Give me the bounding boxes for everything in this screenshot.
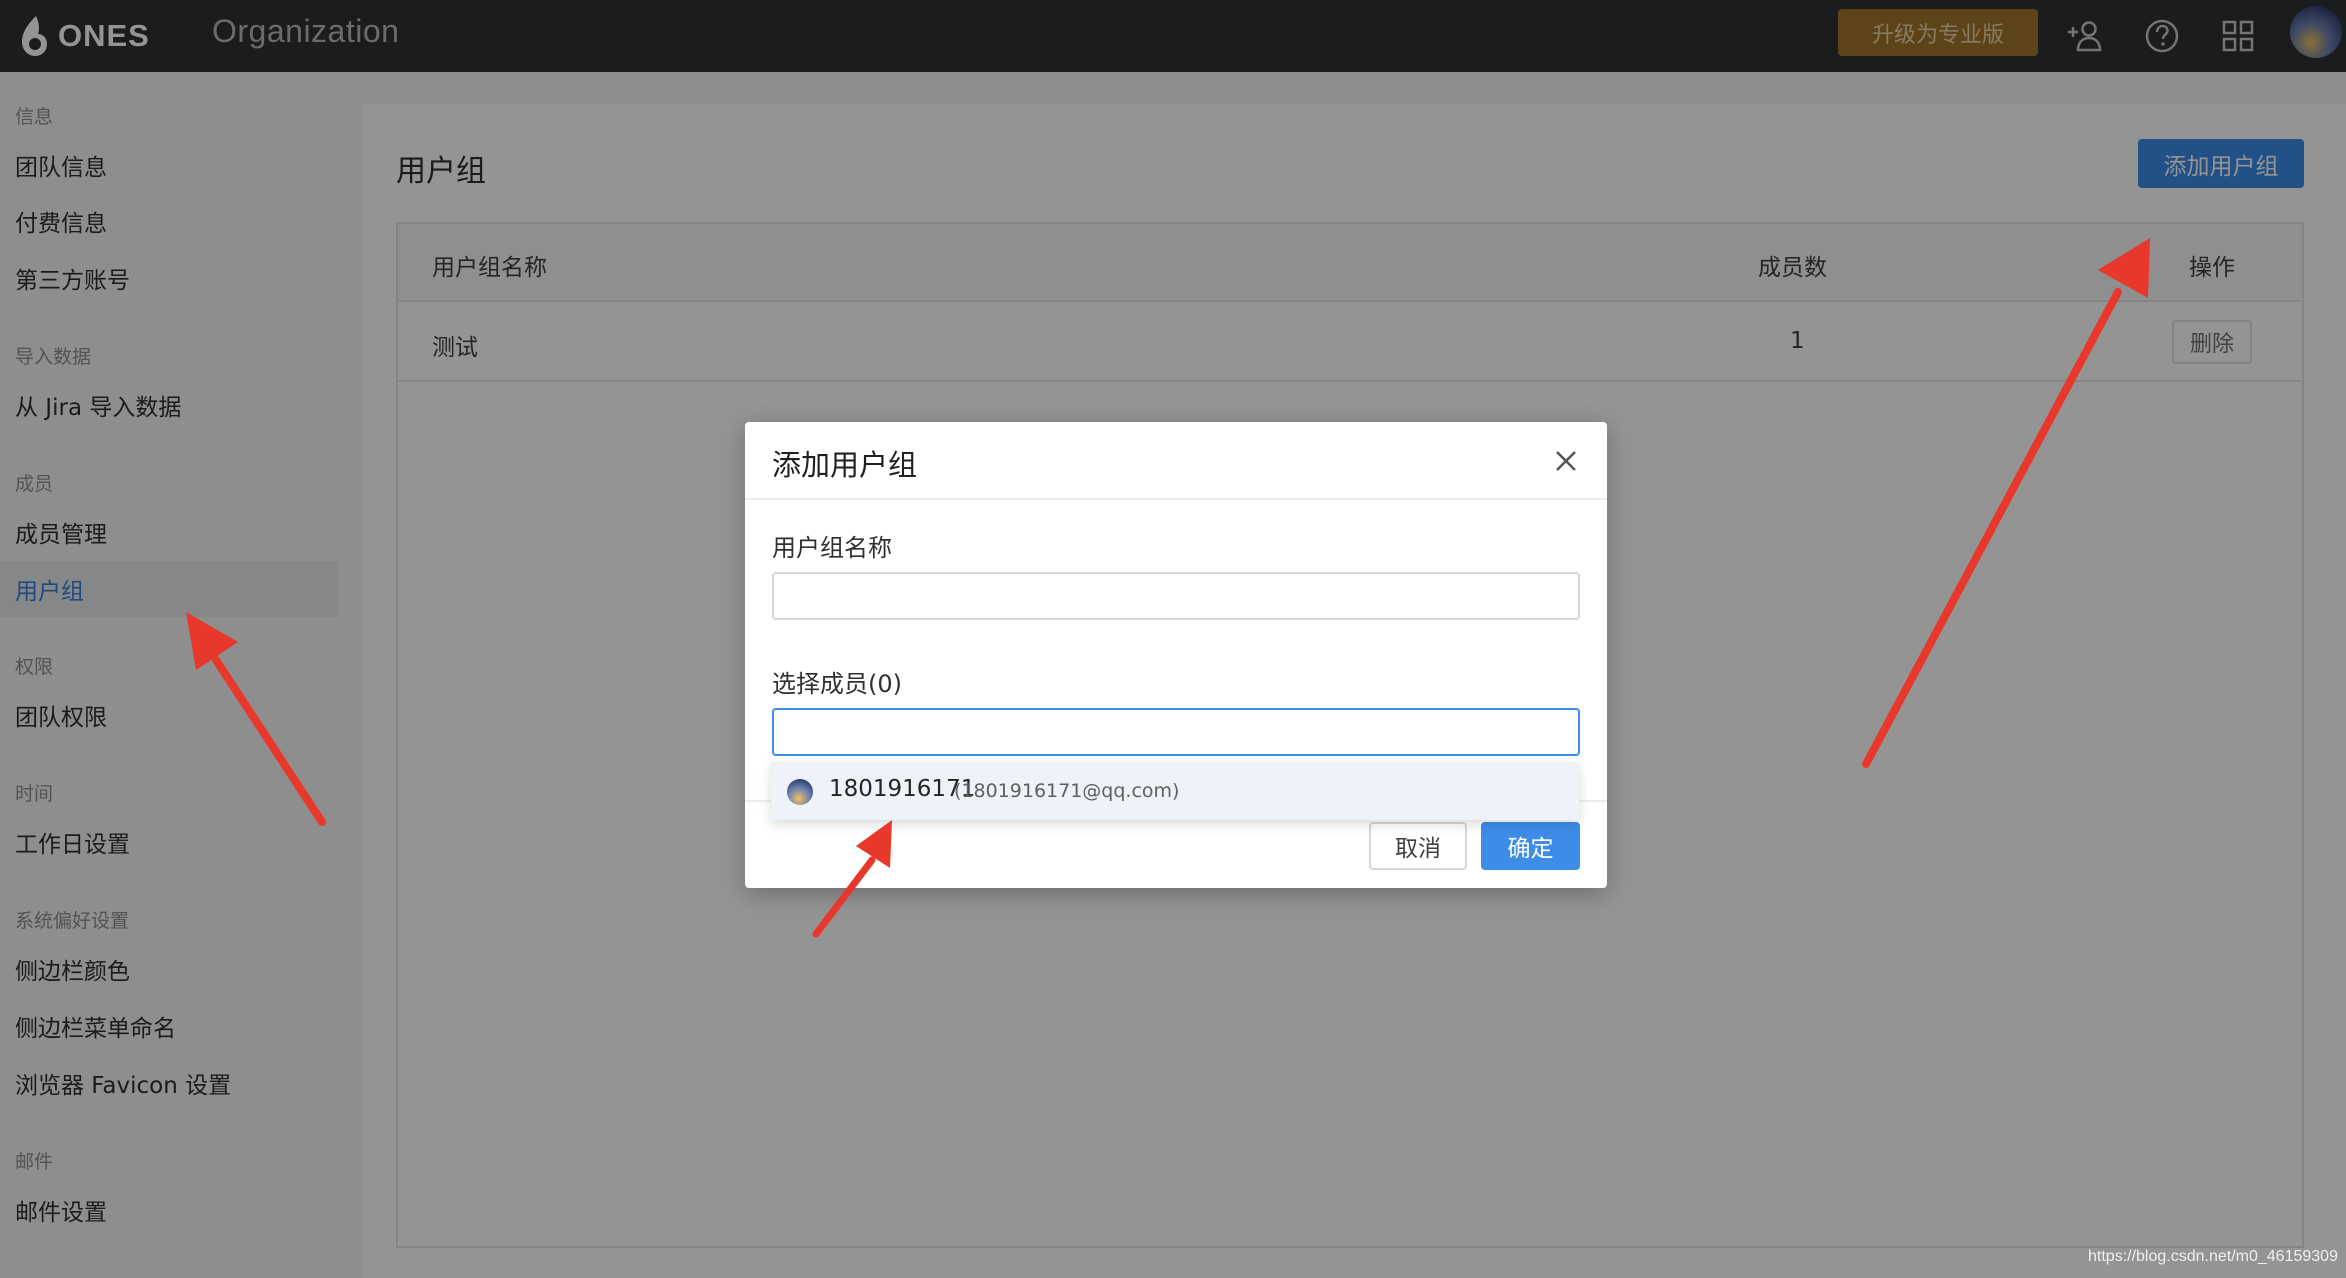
cancel-button[interactable]: 取消 [1369,822,1467,870]
confirm-button[interactable]: 确定 [1481,822,1580,870]
close-icon[interactable] [1553,448,1579,474]
member-dropdown-option[interactable]: 1801916171 (1801916171@qq.com) [771,762,1579,820]
member-search-input[interactable] [772,708,1580,756]
member-email: (1801916171@qq.com) [954,780,1180,802]
select-members-label: 选择成员(0) [772,670,902,698]
dialog-title: 添加用户组 [772,448,918,482]
group-name-input[interactable] [772,572,1580,620]
group-name-label: 用户组名称 [772,534,892,562]
dialog-header: 添加用户组 [745,422,1607,500]
member-avatar [787,779,813,805]
watermark: https://blog.csdn.net/m0_46159309 [2088,1248,2338,1265]
